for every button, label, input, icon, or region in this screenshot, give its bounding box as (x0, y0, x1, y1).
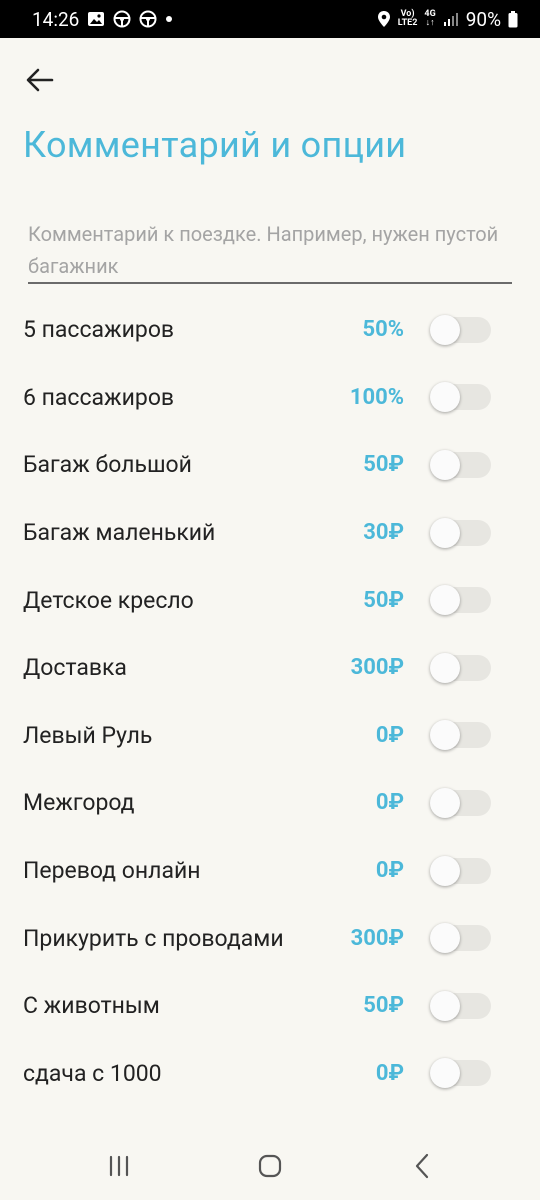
location-icon (377, 10, 391, 28)
option-name: 6 пассажиров (23, 383, 175, 411)
option-price: 50% (362, 317, 404, 343)
option-row[interactable]: Доставка 300₽ (0, 634, 540, 702)
option-price: 0₽ (375, 722, 404, 748)
status-bar: 14:26 Vo) LTE2 4G ↓↑ 90% (0, 0, 540, 38)
option-price: 0₽ (375, 1060, 404, 1086)
battery-percent: 90% (465, 7, 501, 31)
toggle-thumb (430, 990, 460, 1021)
option-name: Доставка (23, 654, 127, 682)
toggle-thumb (430, 652, 460, 683)
option-row[interactable]: 6 пассажиров 100% (0, 364, 540, 432)
option-row[interactable]: Багаж большой 50₽ (0, 431, 540, 499)
option-toggle[interactable] (430, 1058, 491, 1089)
notification-dot-icon (165, 15, 173, 23)
option-price: 300₽ (350, 925, 404, 951)
comment-input[interactable] (28, 218, 512, 284)
toggle-thumb (430, 923, 460, 954)
toggle-thumb (430, 314, 460, 345)
recent-apps-button[interactable] (99, 1148, 139, 1184)
signal-icon (443, 11, 459, 27)
option-row[interactable]: Межгород 0₽ (0, 769, 540, 837)
option-toggle[interactable] (430, 720, 491, 751)
option-price: 50₽ (363, 587, 404, 613)
home-icon (258, 1154, 282, 1178)
options-list: 5 пассажиров 50% 6 пассажиров 100% Багаж бол… (0, 296, 540, 1107)
toggle-thumb (430, 855, 460, 886)
option-name: Багаж большой (23, 451, 192, 479)
steering-wheel-icon-2 (139, 10, 157, 28)
option-price: 0₽ (375, 858, 404, 884)
option-name: 5 пассажиров (23, 316, 175, 344)
option-price: 50₽ (363, 452, 404, 478)
option-toggle[interactable] (430, 652, 491, 683)
data-indicator: 4G ↓↑ (424, 10, 435, 28)
volte-indicator: Vo) LTE2 (398, 10, 418, 28)
option-row[interactable]: С животным 50₽ (0, 972, 540, 1040)
option-toggle[interactable] (430, 787, 491, 818)
option-toggle[interactable] (430, 923, 491, 954)
recent-apps-icon (109, 1155, 129, 1177)
option-toggle[interactable] (430, 314, 491, 345)
option-toggle[interactable] (430, 585, 491, 616)
option-name: Детское кресло (23, 586, 194, 614)
option-toggle[interactable] (430, 517, 491, 548)
toggle-thumb (430, 517, 460, 548)
data-arrows-icon: ↓↑ (425, 18, 435, 28)
option-price: 50₽ (363, 993, 404, 1019)
system-back-button[interactable] (402, 1148, 442, 1184)
back-button[interactable] (22, 62, 58, 98)
option-name: С животным (23, 992, 160, 1020)
option-name: Багаж маленький (23, 519, 216, 547)
option-name: Межгород (23, 789, 135, 817)
option-price: 0₽ (375, 790, 404, 816)
option-row[interactable]: Детское кресло 50₽ (0, 566, 540, 634)
gallery-icon (87, 11, 105, 27)
steering-wheel-icon (113, 10, 131, 28)
toggle-thumb (430, 585, 460, 616)
option-toggle[interactable] (430, 990, 491, 1021)
option-toggle[interactable] (430, 449, 491, 480)
home-button[interactable] (250, 1148, 290, 1184)
option-name: Перевод онлайн (23, 857, 201, 885)
option-row[interactable]: 5 пассажиров 50% (0, 296, 540, 364)
page-title: Комментарий и опции (23, 124, 407, 166)
option-toggle[interactable] (430, 855, 491, 886)
lte-label: LTE2 (397, 18, 418, 28)
navigation-bar (0, 1130, 540, 1200)
option-price: 30₽ (363, 520, 404, 546)
option-name: Левый Руль (23, 721, 153, 749)
arrow-left-icon (26, 68, 54, 92)
option-row[interactable]: Багаж маленький 30₽ (0, 499, 540, 567)
option-toggle[interactable] (430, 382, 491, 413)
nav-back-icon (415, 1153, 429, 1179)
option-name: сдача с 1000 (23, 1059, 162, 1087)
option-price: 100% (349, 384, 404, 410)
option-row[interactable]: Прикурить с проводами 300₽ (0, 904, 540, 972)
toggle-thumb (430, 787, 460, 818)
option-row[interactable]: Перевод онлайн 0₽ (0, 837, 540, 905)
option-price: 300₽ (350, 655, 404, 681)
option-name: Прикурить с проводами (23, 924, 284, 952)
status-time: 14:26 (32, 7, 80, 31)
option-row[interactable]: Левый Руль 0₽ (0, 702, 540, 770)
battery-icon (508, 10, 518, 28)
option-row[interactable]: сдача с 1000 0₽ (0, 1040, 540, 1108)
toggle-thumb (430, 449, 460, 480)
